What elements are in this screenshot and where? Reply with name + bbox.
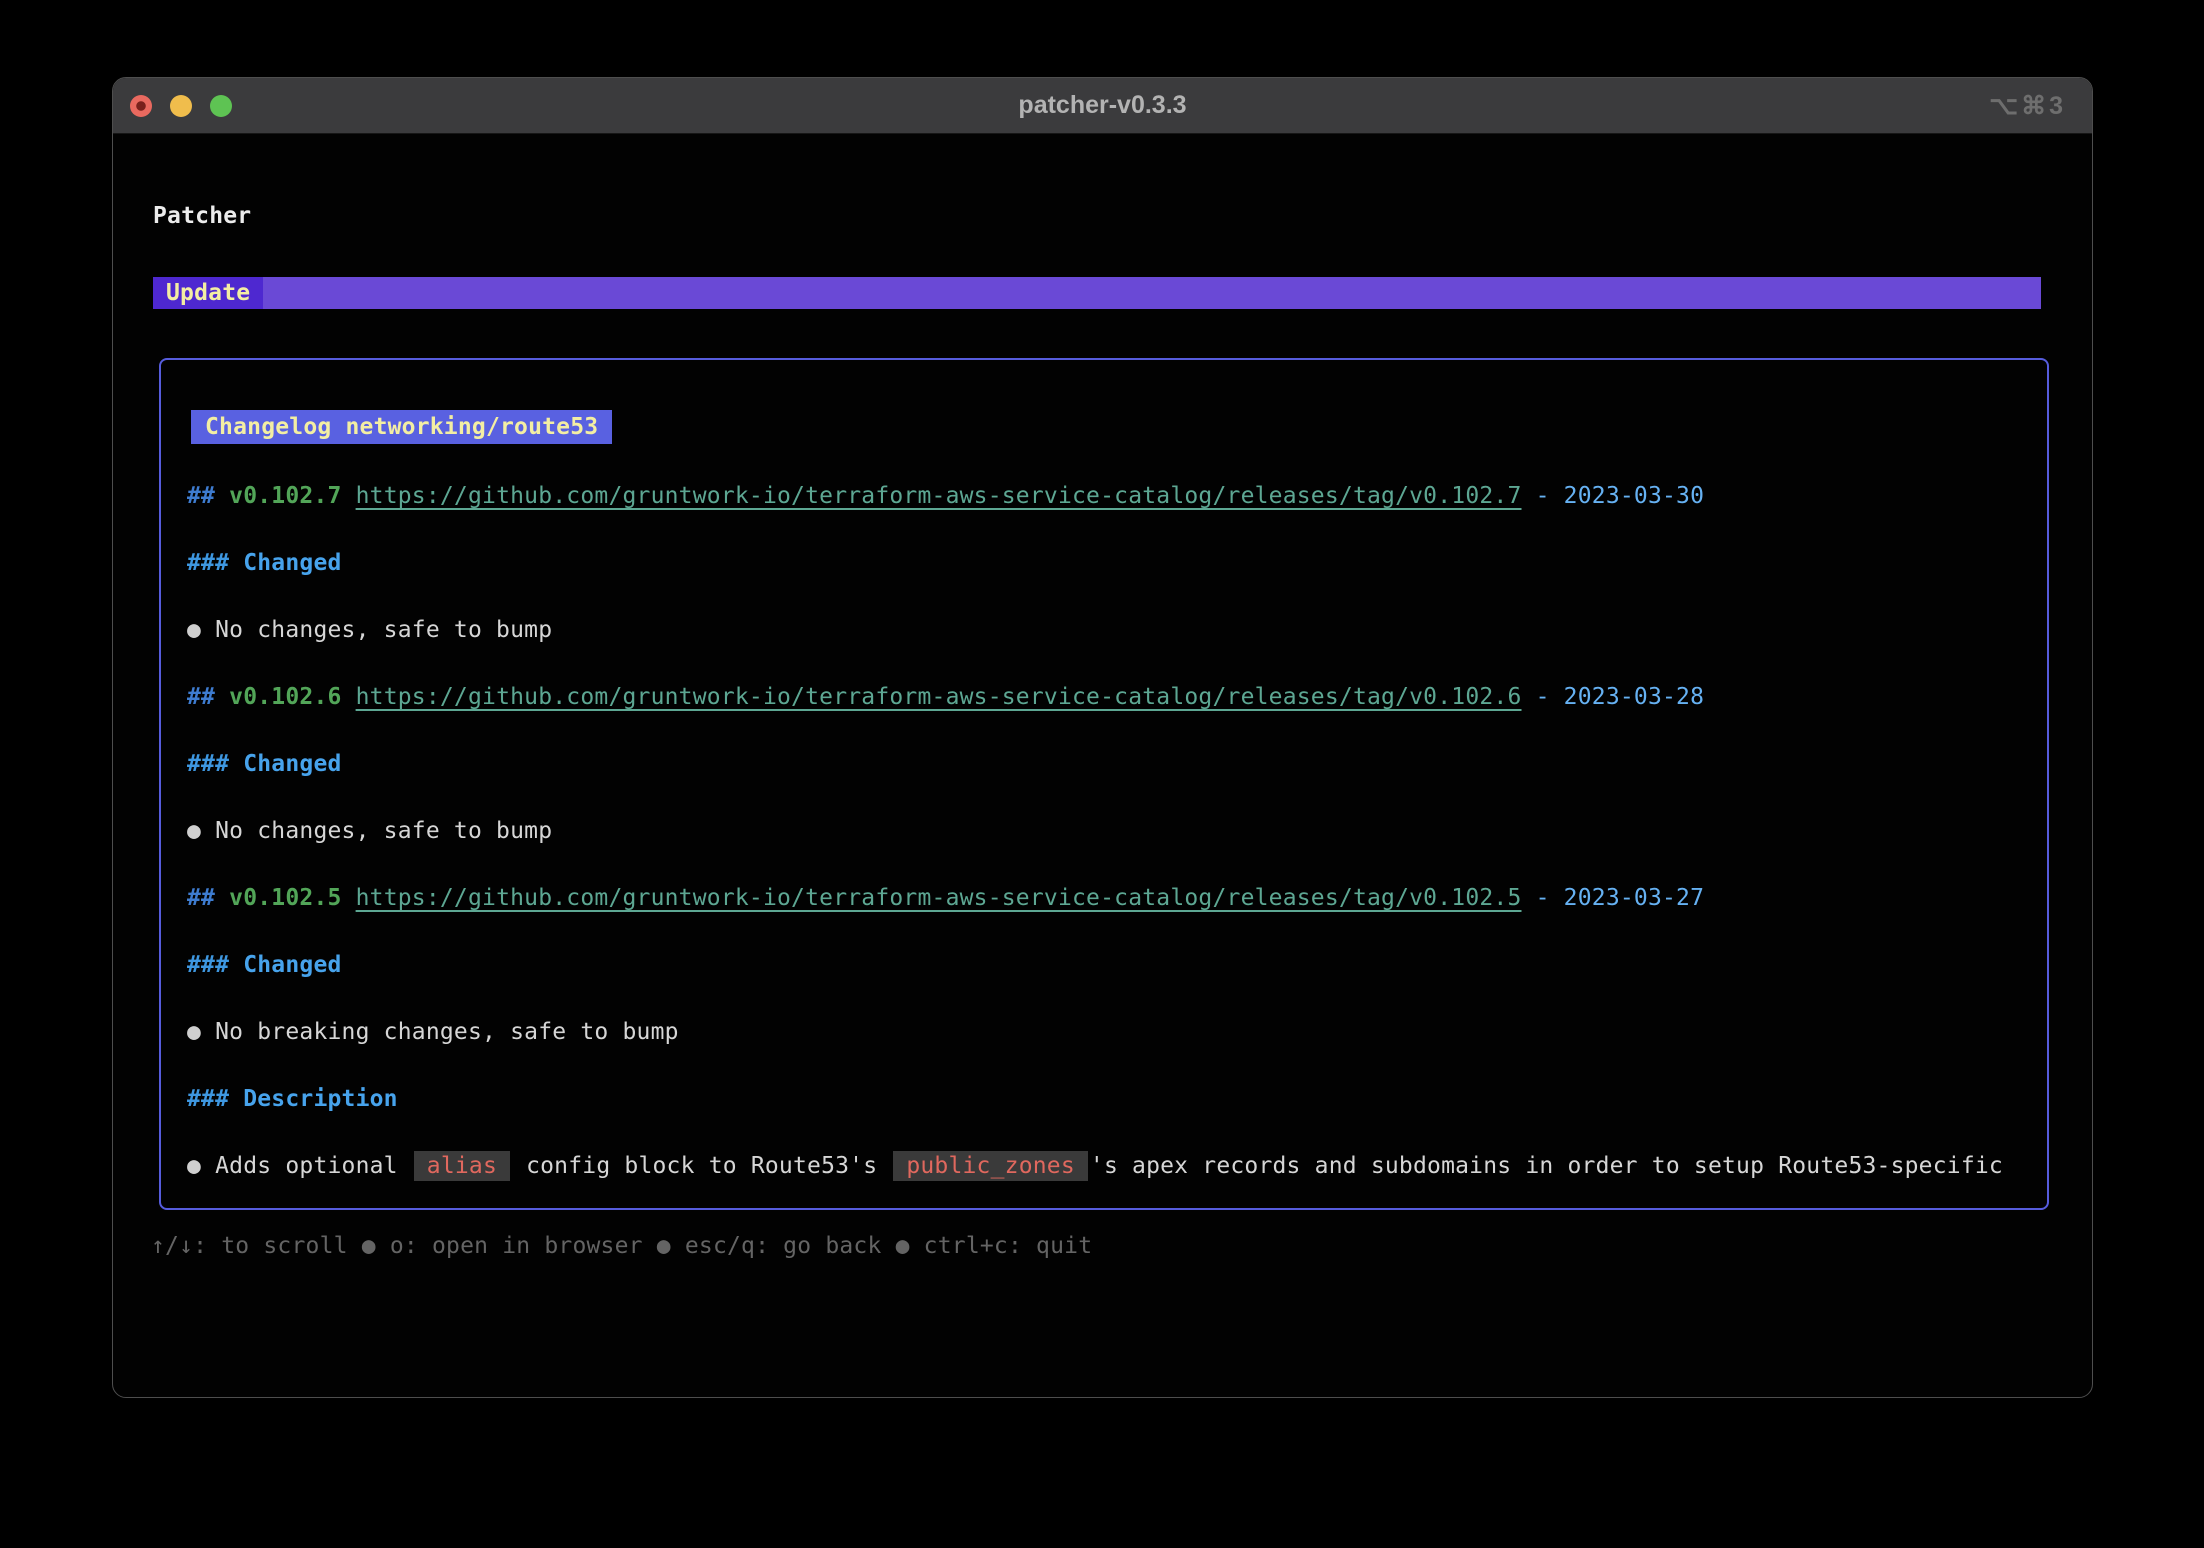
bullet-text: Adds optional [215,1153,412,1179]
inline-code: alias [414,1151,510,1181]
changelog-panel[interactable]: Changelog networking/route53 ## v0.102.7… [159,358,2049,1210]
separator-dash: - [1522,483,1564,509]
version-label: v0.102.7 [229,483,355,509]
release-heading: ## v0.102.5 https://github.com/gruntwork… [187,882,2027,915]
heading-hashes: ### [187,751,243,777]
release-date: 2023-03-30 [1564,483,1704,509]
bullet-item: ● Adds optional alias config block to Ro… [187,1150,2027,1183]
section-heading: ### Changed [187,547,2027,580]
release-heading: ## v0.102.7 https://github.com/gruntwork… [187,480,2027,513]
heading-hashes: ### [187,1086,243,1112]
bullet-item: ● No changes, safe to bump [187,614,2027,647]
changelog-badge: Changelog networking/route53 [191,410,612,444]
release-date: 2023-03-27 [1564,885,1704,911]
heading-hashes: ## [187,885,229,911]
separator-dot-icon: ● [882,1233,924,1259]
section-heading: ### Description [187,1083,2027,1116]
heading-hashes: ### [187,952,243,978]
app-title: Patcher [153,200,251,233]
tab-bar: Update [153,277,2041,309]
terminal-window: patcher-v0.3.3 ⌥⌘3 Patcher Update Change… [112,77,2093,1398]
help-bar: ↑/↓: to scroll ● o: open in browser ● es… [151,1230,1092,1263]
bullet-text: config block to Route53's [512,1153,891,1179]
bullet-icon: ● [187,1153,215,1179]
help-hint: o: open in browser [390,1233,643,1259]
bullet-icon: ● [187,1019,215,1045]
inline-code: public_zones [893,1151,1088,1181]
release-date: 2023-03-28 [1564,684,1704,710]
separator-dot-icon: ● [643,1233,685,1259]
release-heading: ## v0.102.6 https://github.com/gruntwork… [187,681,2027,714]
release-link[interactable]: https://github.com/gruntwork-io/terrafor… [356,483,1522,509]
heading-hashes: ## [187,684,229,710]
help-hint: esc/q: go back [685,1233,882,1259]
bullet-item: ● No breaking changes, safe to bump [187,1016,2027,1049]
separator-dash: - [1522,885,1564,911]
heading-hashes: ## [187,483,229,509]
window-shortcut-hint: ⌥⌘3 [1989,78,2066,133]
bullet-text: No changes, safe to bump [215,617,552,643]
separator-dot-icon: ● [348,1233,390,1259]
section-heading-label: Description [243,1086,398,1112]
release-link[interactable]: https://github.com/gruntwork-io/terrafor… [356,684,1522,710]
tab-update[interactable]: Update [153,277,263,309]
section-heading-label: Changed [243,751,341,777]
version-label: v0.102.6 [229,684,355,710]
bullet-text: No changes, safe to bump [215,818,552,844]
bullet-icon: ● [187,818,215,844]
section-heading-label: Changed [243,550,341,576]
help-hint: ctrl+c: quit [924,1233,1093,1259]
bullet-icon: ● [187,617,215,643]
bullet-text: No breaking changes, safe to bump [215,1019,679,1045]
changelog-lines: ## v0.102.7 https://github.com/gruntwork… [161,480,2047,1183]
release-link[interactable]: https://github.com/gruntwork-io/terrafor… [356,885,1522,911]
heading-hashes: ### [187,550,243,576]
section-heading-label: Changed [243,952,341,978]
bullet-item: ● No changes, safe to bump [187,815,2027,848]
window-titlebar: patcher-v0.3.3 ⌥⌘3 [113,78,2092,134]
version-label: v0.102.5 [229,885,355,911]
bullet-text: 's apex records and subdomains in order … [1090,1153,2003,1179]
section-heading: ### Changed [187,949,2027,982]
desktop: { "window": { "title": "patcher-v0.3.3",… [0,0,2204,1548]
separator-dash: - [1522,684,1564,710]
window-title: patcher-v0.3.3 [113,78,2092,133]
section-heading: ### Changed [187,748,2027,781]
help-hint: ↑/↓: to scroll [151,1233,348,1259]
